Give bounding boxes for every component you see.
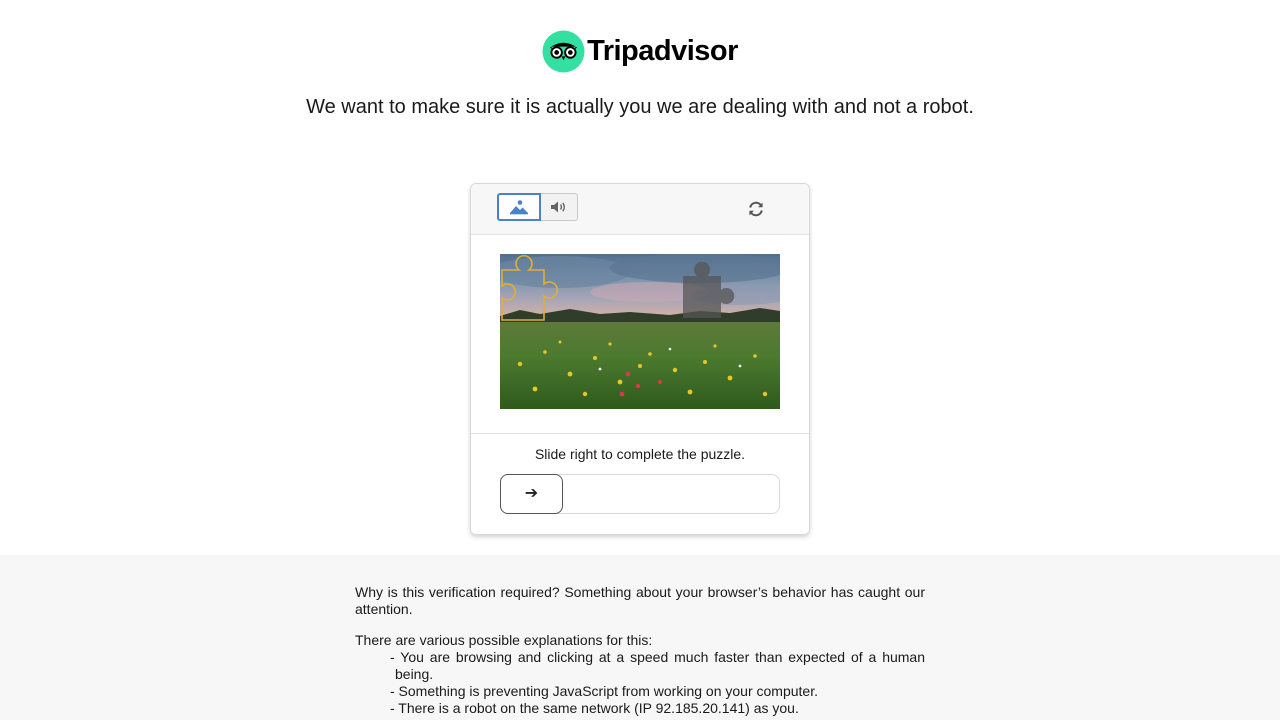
captcha-toolbar [471, 184, 809, 235]
header: Tripadvisor [0, 30, 1280, 73]
slider-section: Slide right to complete the puzzle. ➔ [471, 433, 809, 534]
explanation-intro: Why is this verification required? Somet… [355, 584, 925, 617]
meadow-landscape-picture [500, 254, 780, 409]
image-mode-button[interactable] [497, 193, 541, 221]
tripadvisor-logo: Tripadvisor [542, 30, 738, 73]
page-headline: We want to make sure it is actually you … [306, 96, 974, 118]
slide-instruction: Slide right to complete the puzzle. [534, 446, 746, 462]
brand-name: Tripadvisor [587, 35, 738, 67]
causes-title: There are various possible explanations … [355, 632, 653, 648]
refresh-icon [749, 201, 763, 217]
slider-handle[interactable]: ➔ [500, 474, 563, 514]
puzzle-image [500, 254, 780, 409]
captcha-mode-toggle [497, 193, 578, 221]
explanation-text: Why is this verification required? Somet… [355, 584, 925, 717]
audio-mode-button[interactable] [541, 193, 578, 221]
list-item: - There is a robot on the same network (… [390, 700, 799, 716]
arrow-right-icon: ➔ [524, 485, 539, 502]
speaker-icon [551, 201, 565, 213]
causes-list: - You are browsing and clicking at a spe… [355, 649, 925, 717]
captcha-widget: Slide right to complete the puzzle. ➔ [470, 183, 810, 535]
list-item: - You are browsing and clicking at a spe… [390, 649, 925, 682]
verification-explanation: Why is this verification required? Somet… [0, 555, 1280, 720]
captcha-page: Tripadvisor We want to make sure it is a… [0, 0, 1280, 720]
tripadvisor-owl-icon [542, 30, 585, 73]
refresh-button[interactable] [746, 199, 766, 219]
image-icon [510, 200, 528, 215]
list-item: - Something is preventing JavaScript fro… [390, 683, 818, 699]
